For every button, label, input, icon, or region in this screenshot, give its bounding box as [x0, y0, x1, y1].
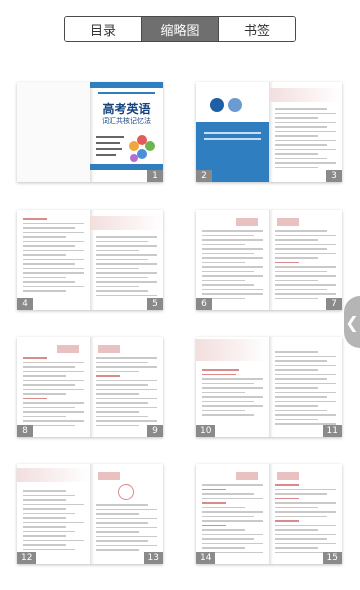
page-number: 6 — [196, 298, 212, 310]
thumbnail-page-13: 13 — [90, 464, 163, 564]
cover-subtitle: 词汇共核记忆法 — [102, 117, 151, 125]
thumbnail-page-4: 4 — [17, 210, 90, 310]
page-number: 5 — [147, 298, 163, 310]
thumbnail-spread-12-13[interactable]: 12 13 — [17, 464, 163, 564]
page-header-band — [269, 88, 342, 102]
page-number: 9 — [147, 425, 163, 437]
page-number: 14 — [196, 552, 216, 564]
thumbnail-spread-14-15[interactable]: 14 15 — [196, 464, 342, 564]
thumbnail-page-12: 12 — [17, 464, 90, 564]
page-number: 13 — [143, 552, 163, 564]
thumbnail-page-14: 14 — [196, 464, 269, 564]
thumbnail-page-10: 10 — [196, 337, 269, 437]
thumbnail-page-9: 9 — [90, 337, 163, 437]
tab-thumbnails[interactable]: 缩略图 — [141, 17, 218, 41]
view-tab-bar: 目录 缩略图 书签 — [64, 16, 296, 42]
thumbnail-page-8: 8 — [17, 337, 90, 437]
thumbnail-spread-6-7[interactable]: 6 7 — [196, 210, 342, 310]
panel-collapse-handle[interactable]: ❮ — [344, 296, 360, 348]
tab-contents[interactable]: 目录 — [65, 17, 141, 41]
cover-illustration — [96, 135, 155, 162]
blank-page — [17, 82, 90, 182]
thumbnail-page-3: 3 — [269, 82, 342, 182]
page-number: 8 — [17, 425, 33, 437]
page-number: 11 — [322, 425, 342, 437]
thumbnail-page-2: 2 — [196, 82, 269, 182]
page-number: 4 — [17, 298, 33, 310]
page-number: 3 — [326, 170, 342, 182]
thumbnail-spread-8-9[interactable]: 8 9 — [17, 337, 163, 437]
thumbnail-spread-4-5[interactable]: 4 5 — [17, 210, 163, 310]
thumbnail-page-6: 6 — [196, 210, 269, 310]
cover-title: 高考英语 — [102, 102, 151, 116]
chevron-left-icon: ❮ — [345, 312, 359, 332]
thumbnail-page-1[interactable]: 高考英语 词汇共核记忆法 1 — [17, 82, 163, 182]
page-number: 12 — [17, 552, 37, 564]
page-number: 1 — [147, 170, 163, 182]
page-number: 15 — [322, 552, 342, 564]
cover-page: 高考英语 词汇共核记忆法 1 — [90, 82, 163, 182]
page-number: 2 — [196, 170, 212, 182]
thumbnail-page-15: 15 — [269, 464, 342, 564]
page-number: 10 — [196, 425, 216, 437]
thumbnail-page-7: 7 — [269, 210, 342, 310]
tab-bookmarks[interactable]: 书签 — [218, 17, 295, 41]
page-number: 7 — [326, 298, 342, 310]
thumbnail-page-11: 11 — [269, 337, 342, 437]
thumbnail-page-5: 5 — [90, 210, 163, 310]
thumbnail-spread-2-3[interactable]: 2 3 — [196, 82, 342, 182]
thumbnail-spread-10-11[interactable]: 10 11 — [196, 337, 342, 437]
